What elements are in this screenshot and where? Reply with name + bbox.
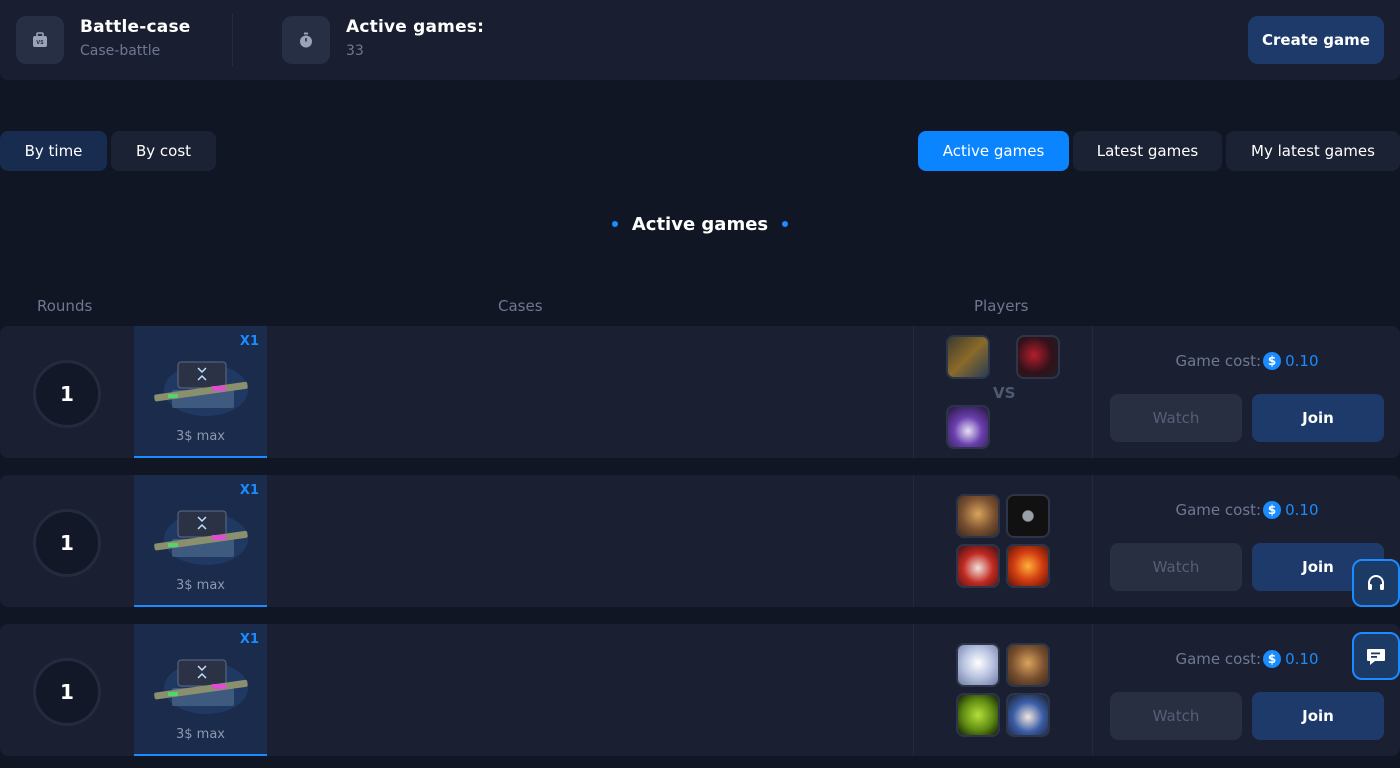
active-games-count: 33 <box>346 43 364 59</box>
player-avatar[interactable] <box>946 335 990 379</box>
create-game-button[interactable]: Create game <box>1248 16 1384 64</box>
mode-title: Battle-case <box>80 17 191 37</box>
game-cost-label: Game cost: <box>1175 352 1262 370</box>
tab-active-games[interactable]: Active games <box>918 131 1069 171</box>
case-price: 3$ max <box>176 429 225 444</box>
player-avatar[interactable] <box>956 693 1000 737</box>
case-card[interactable]: X1 3$ max <box>134 475 267 607</box>
case-price: 3$ max <box>176 727 225 742</box>
title-dot-left <box>611 221 618 227</box>
players-panel: VS <box>913 326 1093 458</box>
section-title-text: Active games <box>631 213 769 235</box>
column-rounds: Rounds <box>37 297 93 315</box>
case-price: 3$ max <box>176 578 225 593</box>
case-battle-icon: VS <box>16 16 64 64</box>
player-avatar[interactable] <box>956 544 1000 588</box>
top-bar: VS Battle-case Case-battle Active games:… <box>0 0 1400 80</box>
player-avatar[interactable] <box>1006 643 1050 687</box>
game-cost-value: 0.10 <box>1285 501 1319 519</box>
rounds-count: 1 <box>33 658 101 726</box>
game-cost-label: Game cost: <box>1175 650 1262 668</box>
game-cost: Game cost: $ 0.10 <box>1110 499 1384 521</box>
case-card[interactable]: X1 3$ max <box>134 326 267 458</box>
player-avatar[interactable] <box>1006 544 1050 588</box>
case-multiplier: X1 <box>239 334 259 349</box>
active-games-label: Active games: <box>346 17 485 37</box>
section-title: Active games <box>0 210 1400 238</box>
join-button[interactable]: Join <box>1252 394 1384 442</box>
game-cost-value: 0.10 <box>1285 352 1319 370</box>
game-row: 1 X1 3$ max Game cost: $ 0.10 Watch Join <box>0 624 1400 756</box>
sort-by-cost-tab[interactable]: By cost <box>111 131 216 171</box>
mode-subtitle: Case-battle <box>80 43 161 59</box>
tab-my-latest-games[interactable]: My latest games <box>1226 131 1400 171</box>
player-avatar[interactable] <box>956 494 1000 538</box>
player-avatar[interactable] <box>1006 494 1050 538</box>
game-cost-label: Game cost: <box>1175 501 1262 519</box>
watch-button[interactable]: Watch <box>1110 543 1242 591</box>
player-avatar[interactable] <box>956 643 1000 687</box>
column-players: Players <box>974 297 1029 315</box>
column-cases: Cases <box>498 297 543 315</box>
watch-button[interactable]: Watch <box>1110 692 1242 740</box>
chat-button[interactable] <box>1352 632 1400 680</box>
game-cost: Game cost: $ 0.10 <box>1110 350 1384 372</box>
case-card[interactable]: X1 3$ max <box>134 624 267 756</box>
game-cost-value: 0.10 <box>1285 650 1319 668</box>
case-image <box>154 659 248 714</box>
divider <box>232 14 233 66</box>
rounds-count: 1 <box>33 509 101 577</box>
join-button[interactable]: Join <box>1252 692 1384 740</box>
game-row: 1 X1 3$ max VS Game cost: $ 0.10 Watch J… <box>0 326 1400 458</box>
players-panel <box>913 475 1093 607</box>
vs-label: VS <box>993 384 1016 402</box>
players-panel <box>913 624 1093 756</box>
coin-icon: $ <box>1263 352 1282 370</box>
tab-latest-games[interactable]: Latest games <box>1073 131 1222 171</box>
game-row: 1 X1 3$ max Game cost: $ 0.10 Watch Join <box>0 475 1400 607</box>
coin-icon: $ <box>1263 650 1282 668</box>
case-multiplier: X1 <box>239 632 259 647</box>
player-avatar[interactable] <box>1006 693 1050 737</box>
title-dot-right <box>782 221 789 227</box>
case-image <box>154 361 248 416</box>
coin-icon: $ <box>1263 501 1282 519</box>
svg-text:VS: VS <box>36 40 44 46</box>
player-avatar[interactable] <box>946 405 990 449</box>
rounds-count: 1 <box>33 360 101 428</box>
support-button[interactable] <box>1352 559 1400 607</box>
headset-icon <box>1368 575 1384 590</box>
game-cost: Game cost: $ 0.10 <box>1110 648 1384 670</box>
sort-by-time-tab[interactable]: By time <box>0 131 107 171</box>
case-image <box>154 510 248 565</box>
chat-icon <box>1367 649 1385 665</box>
player-avatar[interactable] <box>1016 335 1060 379</box>
stopwatch-icon <box>282 16 330 64</box>
case-multiplier: X1 <box>239 483 259 498</box>
watch-button[interactable]: Watch <box>1110 394 1242 442</box>
